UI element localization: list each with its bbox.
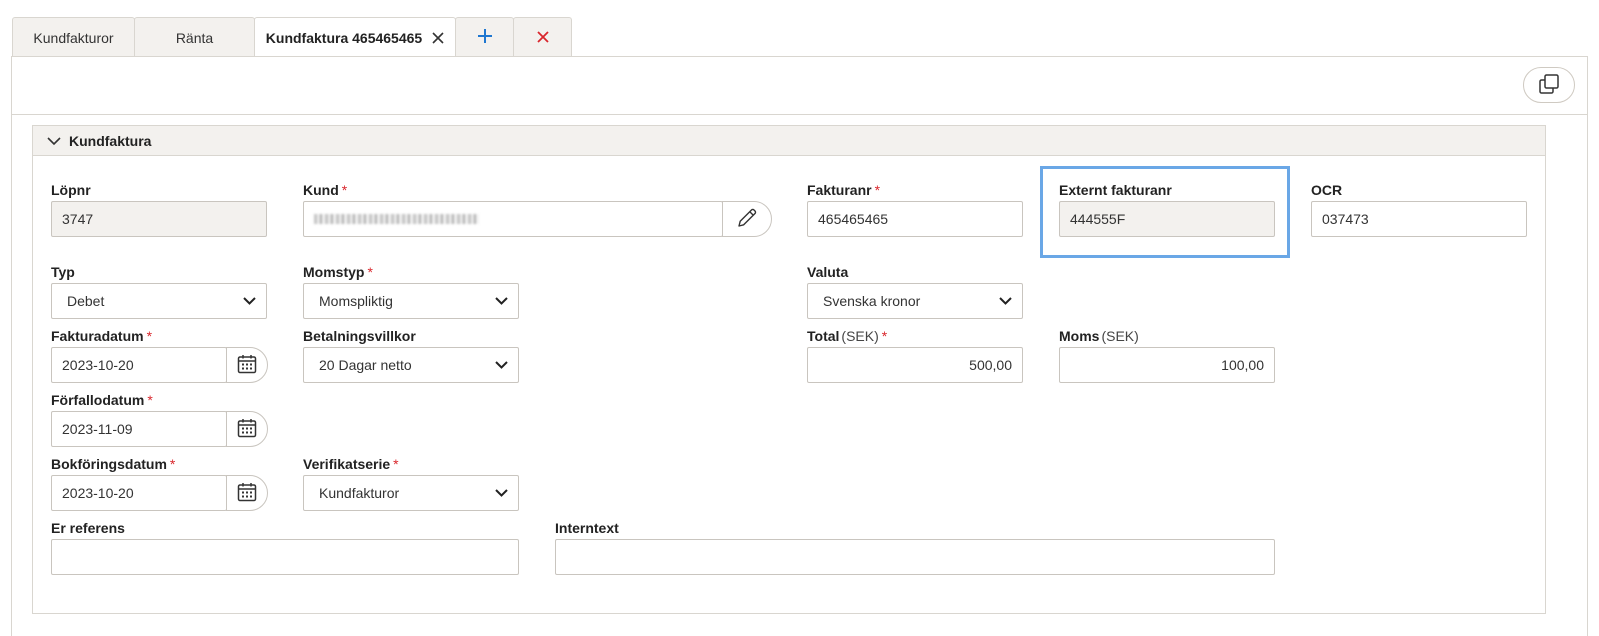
moms-field[interactable]: 100,00 — [1059, 347, 1275, 383]
pencil-icon — [736, 207, 758, 232]
valuta-label: Valuta — [807, 264, 849, 280]
close-red-icon — [536, 30, 549, 46]
typ-label: Typ — [51, 264, 75, 280]
tab-label: Kundfaktura 465465465 — [265, 30, 423, 46]
lopnr-field: 3747 — [51, 201, 267, 237]
kund-field[interactable] — [303, 201, 723, 237]
betalningsvillkor-select[interactable]: 20 Dagar netto — [303, 347, 519, 383]
er-referens-field[interactable] — [51, 539, 519, 575]
fakturanr-label: Fakturanr * — [807, 182, 881, 198]
bokforingsdatum-value: 2023-10-20 — [62, 485, 134, 501]
plus-icon — [477, 28, 493, 47]
momstyp-select[interactable]: Momspliktig — [303, 283, 519, 319]
lopnr-label: Löpnr — [51, 182, 91, 198]
er-referens-label: Er referens — [51, 520, 125, 536]
fakturadatum-field[interactable]: 2023-10-20 — [51, 347, 227, 383]
betalningsvillkor-value: 20 Dagar netto — [319, 357, 412, 373]
forfallodatum-field[interactable]: 2023-11-09 — [51, 411, 227, 447]
bokforingsdatum-label: Bokföringsdatum * — [51, 456, 176, 472]
verifikatserie-label: Verifikatserie * — [303, 456, 399, 472]
calendar-icon — [237, 418, 257, 441]
interntext-field[interactable] — [555, 539, 1275, 575]
calendar-icon — [237, 354, 257, 377]
chevron-down-icon — [495, 361, 508, 369]
add-tab-button[interactable] — [455, 17, 514, 57]
fakturanr-field[interactable]: 465465465 — [807, 201, 1023, 237]
section-title: Kundfaktura — [69, 132, 152, 149]
copy-button[interactable] — [1523, 67, 1575, 103]
fakturanr-value: 465465465 — [818, 211, 889, 227]
chevron-down-icon — [47, 136, 61, 146]
moms-value: 100,00 — [1221, 357, 1264, 373]
tab-kundfaktura-active[interactable]: Kundfaktura 465465465 — [254, 17, 456, 58]
bokforingsdatum-calendar-button[interactable] — [226, 475, 268, 511]
section-header[interactable]: Kundfaktura — [33, 126, 1545, 156]
ocr-value: 037473 — [1322, 211, 1369, 227]
chevron-down-icon — [495, 489, 508, 497]
typ-value: Debet — [67, 293, 105, 309]
lopnr-value: 3747 — [62, 211, 94, 227]
chevron-down-icon — [495, 297, 508, 305]
total-field[interactable]: 500,00 — [807, 347, 1023, 383]
tab-label: Kundfakturor — [33, 29, 114, 46]
forfallodatum-label: Förfallodatum * — [51, 392, 153, 408]
ocr-field[interactable]: 037473 — [1311, 201, 1527, 237]
copy-icon — [1538, 73, 1560, 98]
valuta-select[interactable]: Svenska kronor — [807, 283, 1023, 319]
toolbar-divider — [12, 114, 1587, 115]
total-value: 500,00 — [969, 357, 1012, 373]
kund-value-redacted — [314, 214, 479, 224]
verifikatserie-select[interactable]: Kundfakturor — [303, 475, 519, 511]
fakturadatum-calendar-button[interactable] — [226, 347, 268, 383]
kund-label: Kund * — [303, 182, 348, 198]
tab-ranta[interactable]: Ränta — [134, 17, 255, 57]
externt-fakturanr-label: Externt fakturanr — [1059, 182, 1172, 198]
valuta-value: Svenska kronor — [823, 293, 921, 309]
forfallodatum-calendar-button[interactable] — [226, 411, 268, 447]
fakturadatum-value: 2023-10-20 — [62, 357, 134, 373]
edit-kund-button[interactable] — [722, 201, 772, 237]
interntext-label: Interntext — [555, 520, 619, 536]
close-all-tabs-button[interactable] — [513, 17, 572, 57]
tab-bar: Kundfakturor Ränta Kundfaktura 465465465 — [12, 17, 572, 58]
chevron-down-icon — [243, 297, 256, 305]
tab-label: Ränta — [175, 29, 214, 46]
forfallodatum-value: 2023-11-09 — [62, 421, 133, 437]
verifikatserie-value: Kundfakturor — [319, 485, 400, 501]
typ-select[interactable]: Debet — [51, 283, 267, 319]
chevron-down-icon — [999, 297, 1012, 305]
calendar-icon — [237, 482, 257, 505]
fakturadatum-label: Fakturadatum * — [51, 328, 153, 344]
close-icon[interactable] — [432, 28, 444, 49]
content-panel: Kundfaktura Löpnr 3747 Kund * Fakturanr * … — [11, 56, 1588, 636]
tab-kundfakturor[interactable]: Kundfakturor — [12, 17, 135, 57]
externt-fakturanr-field: 444555F — [1059, 201, 1275, 237]
moms-label: Moms (SEK) — [1059, 328, 1139, 344]
bokforingsdatum-field[interactable]: 2023-10-20 — [51, 475, 227, 511]
ocr-label: OCR — [1311, 182, 1343, 198]
momstyp-value: Momspliktig — [319, 293, 393, 309]
kundfaktura-section: Kundfaktura Löpnr 3747 Kund * Fakturanr * … — [32, 125, 1546, 614]
momstyp-label: Momstyp * — [303, 264, 373, 280]
total-label: Total (SEK) * — [807, 328, 888, 344]
betalningsvillkor-label: Betalningsvillkor — [303, 328, 416, 344]
externt-fakturanr-value: 444555F — [1070, 211, 1126, 227]
